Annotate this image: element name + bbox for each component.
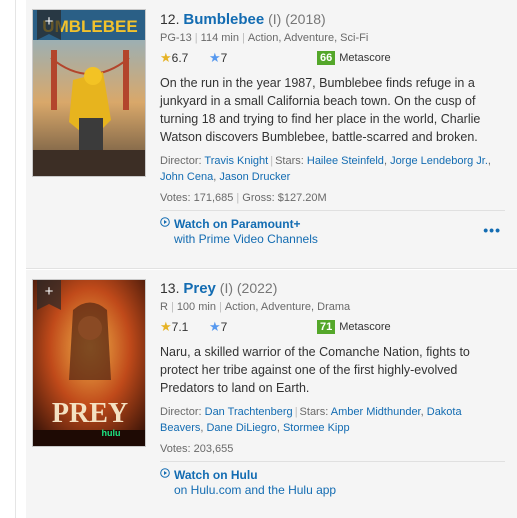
star-icon: ★ xyxy=(160,319,172,334)
watch-subtitle[interactable]: on Hulu.com and the Hulu app xyxy=(174,483,505,497)
poster-prey[interactable]: PREY hulu + xyxy=(32,279,146,447)
item-index: 13. xyxy=(160,280,180,296)
imdb-rating-value: 7.1 xyxy=(171,320,189,334)
stars-label: Stars: xyxy=(299,406,329,418)
gross-label: Gross: xyxy=(242,192,275,204)
title-roman: (I) xyxy=(268,11,282,27)
play-circle-icon xyxy=(160,468,170,478)
star-link[interactable]: Amber Midthunder xyxy=(331,406,421,418)
director-link[interactable]: Dan Trachtenberg xyxy=(205,406,293,418)
metascore-value: 71 xyxy=(317,320,336,334)
credits: Director: Dan Trachtenberg | Stars: Amber … xyxy=(160,406,462,434)
poster-bumblebee[interactable]: UMBLEBEE + xyxy=(32,9,146,177)
director-label: Director: xyxy=(160,406,202,418)
votes-label: Votes: xyxy=(160,192,191,204)
votes: Votes: 203,655 xyxy=(160,443,505,455)
star-link[interactable]: Dane DiLiegro xyxy=(206,422,276,434)
imdb-rating: ★6.7 xyxy=(160,50,188,66)
watch-title[interactable]: Watch on Hulu xyxy=(174,468,505,482)
title-year: (2018) xyxy=(285,11,326,27)
ratings-bar: ★7.1 ★7 71 Metascore xyxy=(160,319,505,337)
item-content: 13. Prey (I) (2022) R | 100 min | Action, Ad… xyxy=(160,279,505,497)
runtime: 100 min xyxy=(176,301,216,313)
watch-title[interactable]: Watch on Paramount+ xyxy=(174,217,505,231)
genres: Action, Adventure, Drama xyxy=(224,301,351,313)
watch-option[interactable]: Watch on Hulu on Hulu.com and the Hulu a… xyxy=(160,468,505,497)
poster-title-text: PREY xyxy=(52,398,128,429)
certificate: R xyxy=(160,301,168,313)
metascore: 71 Metascore xyxy=(317,320,391,334)
genres: Action, Adventure, Sci-Fi xyxy=(247,32,369,44)
star-icon: ★ xyxy=(160,50,172,65)
metascore-value: 66 xyxy=(317,51,336,65)
rate-star-icon: ★ xyxy=(209,319,221,334)
title-roman: (I) xyxy=(219,280,233,296)
plus-icon: + xyxy=(45,13,54,30)
metascore-label: Metascore xyxy=(339,321,391,333)
ratings-bar: ★6.7 ★7 66 Metascore xyxy=(160,50,505,68)
watchlist-ribbon-button[interactable]: + xyxy=(37,10,61,40)
divider xyxy=(160,461,505,462)
star-link[interactable]: Stormee Kipp xyxy=(283,422,350,434)
user-rating-value: 7 xyxy=(220,51,228,65)
item-index: 12. xyxy=(160,11,180,27)
votes-value: 171,685 xyxy=(193,192,234,204)
item-header: 12. Bumblebee (I) (2018) xyxy=(160,10,505,29)
watch-option[interactable]: Watch on Paramount+ with Prime Video Cha… xyxy=(160,217,505,246)
imdb-rating-value: 6.7 xyxy=(171,51,189,65)
user-rating-value: 7 xyxy=(220,320,228,334)
credits: Director: Travis Knight | Stars: Hailee St… xyxy=(160,155,491,183)
metascore: 66 Metascore xyxy=(317,51,391,65)
metascore-label: Metascore xyxy=(339,52,391,64)
list-item-bumblebee: UMBLEBEE + 12. Bumblebee (I) (2018) PG-1… xyxy=(26,0,517,269)
director-link[interactable]: Travis Knight xyxy=(204,155,268,167)
item-header: 13. Prey (I) (2022) xyxy=(160,279,505,298)
votes-value: 203,655 xyxy=(193,443,234,455)
director-label: Director: xyxy=(160,155,202,167)
star-link[interactable]: John Cena xyxy=(160,171,213,183)
watchlist-ribbon-button[interactable]: + xyxy=(37,280,61,310)
star-link[interactable]: Hailee Steinfeld xyxy=(307,155,384,167)
item-meta: PG-13 | 114 min | Action, Adventure, Sci-Fi xyxy=(160,32,369,44)
title-link[interactable]: Bumblebee xyxy=(183,11,264,28)
left-border xyxy=(15,0,16,518)
certificate: PG-13 xyxy=(160,32,192,44)
gross-value: $127.20M xyxy=(277,192,327,204)
rate-this-button[interactable]: ★7 xyxy=(209,319,227,335)
star-link[interactable]: Jason Drucker xyxy=(219,171,290,183)
rate-this-button[interactable]: ★7 xyxy=(209,50,227,66)
votes-label: Votes: xyxy=(160,443,191,455)
poster-brand-text: hulu xyxy=(102,428,121,438)
runtime: 114 min xyxy=(200,32,239,44)
watch-subtitle[interactable]: with Prime Video Channels xyxy=(174,232,505,246)
list-item-prey: PREY hulu + 13. Prey (I) (2022) R | 100 mi… xyxy=(26,270,517,518)
stars-label: Stars: xyxy=(275,155,304,167)
plus-icon: + xyxy=(45,283,54,300)
more-options-icon[interactable]: ••• xyxy=(483,222,501,238)
item-meta: R | 100 min | Action, Adventure, Drama xyxy=(160,301,351,313)
title-link[interactable]: Prey xyxy=(183,280,216,297)
play-circle-icon xyxy=(160,217,170,227)
star-link[interactable]: Jorge Lendeborg Jr. xyxy=(390,155,488,167)
item-content: 12. Bumblebee (I) (2018) PG-13 | 114 min | A… xyxy=(160,10,505,246)
title-year: (2022) xyxy=(236,280,278,296)
votes-gross: Votes: 171,685 | Gross: $127.20M xyxy=(160,192,327,204)
divider xyxy=(160,210,505,211)
imdb-rating: ★7.1 xyxy=(160,319,188,335)
rate-star-icon: ★ xyxy=(209,50,221,65)
plot-text: Naru, a skilled warrior of the Comanche … xyxy=(160,345,470,395)
plot-text: On the run in the year 1987, Bumblebee f… xyxy=(160,76,481,144)
